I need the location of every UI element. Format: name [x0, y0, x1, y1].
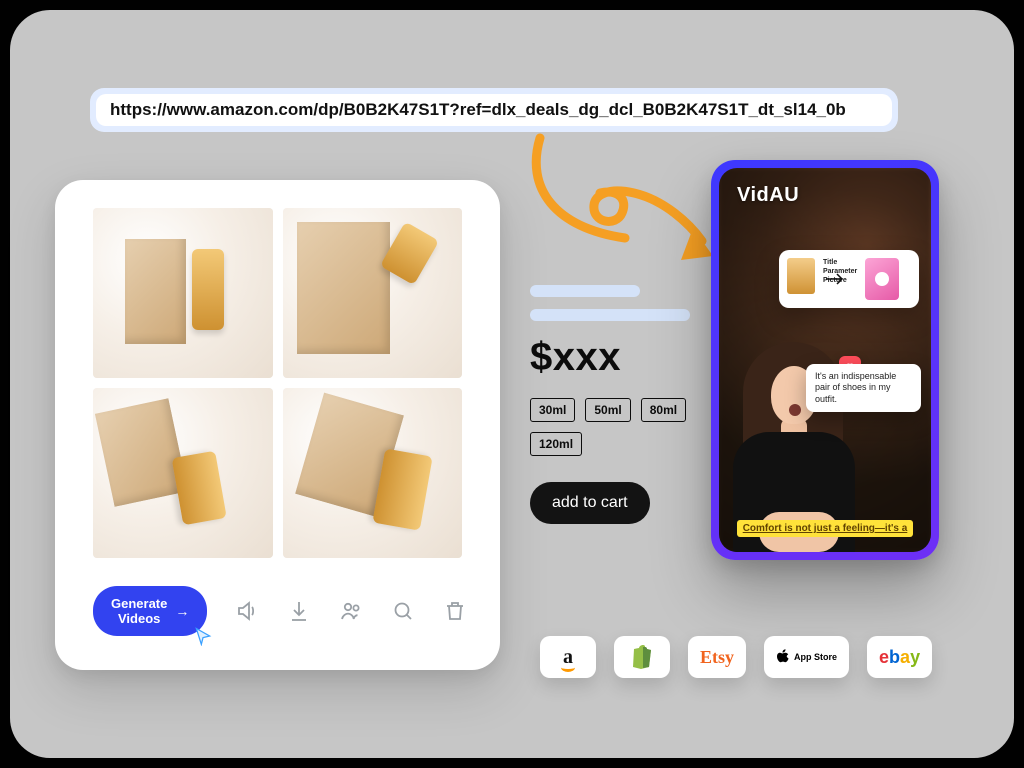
generate-videos-label: Generate Videos [111, 596, 167, 626]
speaker-icon[interactable] [235, 599, 259, 623]
overlay-product-thumb [787, 258, 815, 294]
product-summary: $xxx 30ml 50ml 80ml 120ml add to cart [530, 285, 695, 524]
card-toolbar: Generate Videos → [93, 586, 462, 636]
video-caption: Comfort is not just a feeling—it's a [719, 518, 931, 536]
shopify-icon [631, 645, 653, 669]
flow-arrow-icon [495, 128, 725, 278]
integration-amazon[interactable]: a [540, 636, 596, 678]
app-stage: Generate Videos → [10, 10, 1014, 758]
video-preview-phone: VidAU Title Parameter Picture [711, 160, 939, 560]
integration-badges: a Etsy App Store ebay [540, 636, 932, 678]
product-thumbnail[interactable] [283, 388, 463, 558]
trash-icon[interactable] [443, 599, 467, 623]
video-screen[interactable]: VidAU Title Parameter Picture [719, 168, 931, 552]
apple-icon [776, 649, 790, 665]
size-option[interactable]: 30ml [530, 398, 575, 422]
download-icon[interactable] [287, 599, 311, 623]
search-icon[interactable] [391, 599, 415, 623]
integration-shopify[interactable] [614, 636, 670, 678]
speech-bubble: It's an indispensable pair of shoes in m… [806, 364, 921, 412]
integration-etsy[interactable]: Etsy [688, 636, 746, 678]
generate-videos-button[interactable]: Generate Videos → [93, 586, 207, 636]
amazon-icon: a [563, 646, 573, 669]
play-icon [875, 272, 889, 286]
arrow-right-icon: → [175, 603, 189, 619]
url-bar [90, 88, 898, 132]
overlay-video-thumb [865, 258, 899, 300]
size-option[interactable]: 50ml [585, 398, 630, 422]
cursor-icon [193, 626, 213, 646]
integration-appstore[interactable]: App Store [764, 636, 849, 678]
ebay-logo: ebay [879, 647, 920, 668]
skeleton-line [530, 285, 640, 297]
product-url-input[interactable] [96, 94, 892, 126]
caption-text: Comfort is not just a feeling—it's a [737, 520, 914, 537]
appstore-label: App Store [794, 652, 837, 662]
arrow-right-icon [825, 272, 845, 286]
integration-ebay[interactable]: ebay [867, 636, 932, 678]
skeleton-line [530, 309, 690, 321]
brand-watermark: VidAU [737, 184, 799, 207]
size-options: 30ml 50ml 80ml 120ml [530, 398, 695, 456]
overlay-meta-line: Title [823, 258, 857, 267]
size-option[interactable]: 80ml [641, 398, 686, 422]
size-option[interactable]: 120ml [530, 432, 582, 456]
product-gallery [93, 208, 462, 558]
add-to-cart-button[interactable]: add to cart [530, 482, 650, 524]
people-icon[interactable] [339, 599, 363, 623]
product-source-card: Generate Videos → [55, 180, 500, 670]
product-thumbnail[interactable] [93, 208, 273, 378]
price-label: $xxx [530, 335, 695, 380]
product-overlay-card: Title Parameter Picture [779, 250, 919, 308]
product-thumbnail[interactable] [93, 388, 273, 558]
product-thumbnail[interactable] [283, 208, 463, 378]
etsy-logo: Etsy [700, 647, 734, 668]
